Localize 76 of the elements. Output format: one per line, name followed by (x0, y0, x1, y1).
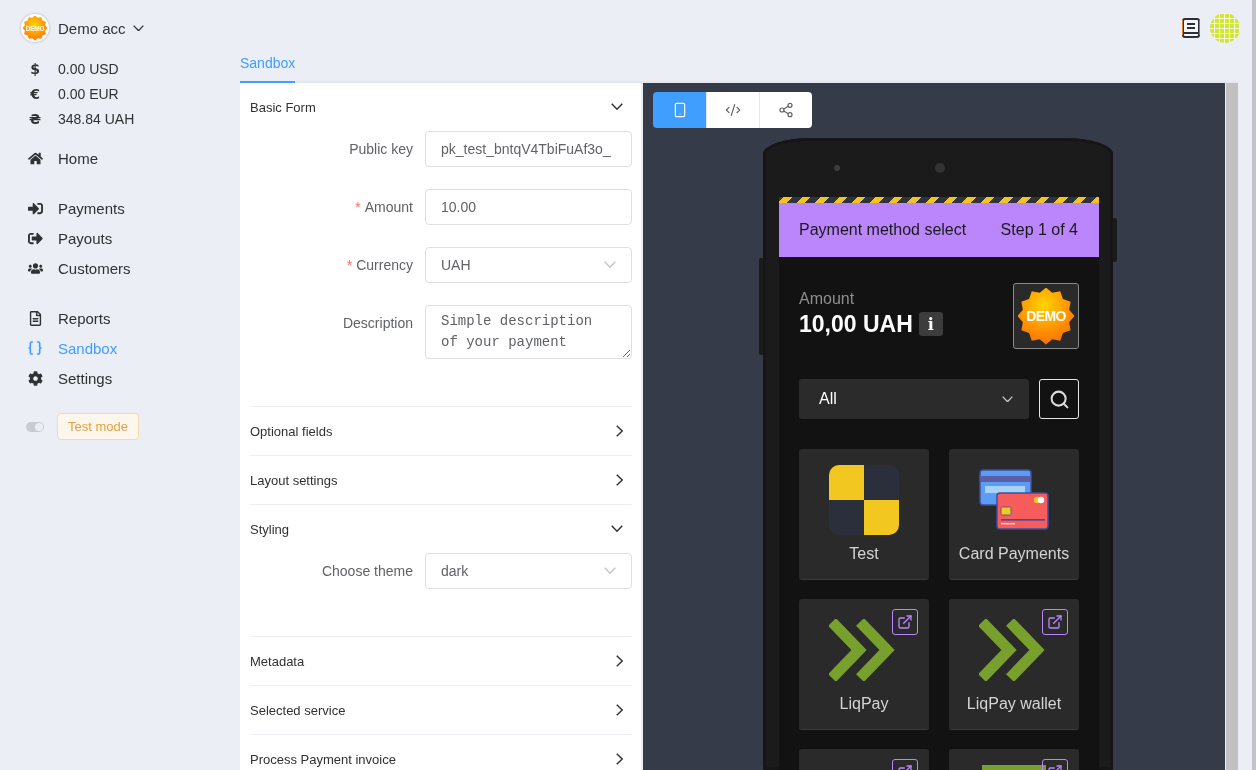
device-view-button[interactable] (653, 92, 706, 128)
external-link-icon[interactable] (1042, 609, 1068, 635)
nav-link[interactable]: Home (0, 143, 102, 173)
test-mode-tag: Test mode (57, 413, 139, 440)
checker-icon (829, 465, 899, 535)
currency-symbol: € (29, 85, 41, 102)
chevron-down-icon (611, 103, 623, 111)
text-field[interactable]: 10.00 (425, 189, 632, 225)
users-icon (27, 260, 43, 276)
code-icon (725, 102, 741, 118)
text-field[interactable]: pk_test_bntqV4TbiFuAf3o_ (425, 131, 632, 167)
textarea-field[interactable]: Simple description of your payment (425, 305, 632, 359)
nav-link[interactable]: Payments (0, 193, 129, 223)
currency-symbol: $ (29, 60, 41, 77)
chevron-down-icon (1002, 395, 1013, 403)
section-header[interactable]: Layout settings (250, 456, 632, 504)
balance-amount: 0.00 EUR (58, 85, 119, 102)
search-icon (1048, 388, 1070, 410)
chevron-down-icon (611, 525, 623, 533)
payment-method-tile[interactable]: Card Payments (949, 449, 1079, 580)
code-view-button[interactable] (706, 92, 759, 128)
form-label: Public key (348, 140, 414, 159)
share-icon (778, 102, 794, 118)
chevron-down-icon (604, 567, 616, 575)
section-header[interactable]: Basic Form (250, 83, 632, 131)
credit-cards-icon (979, 469, 1049, 531)
chevron-right-icon (615, 655, 623, 667)
scrollbar[interactable] (1226, 83, 1238, 770)
account-menu-button[interactable]: Demo acc (58, 19, 144, 37)
chevron-down-icon (132, 24, 144, 32)
select-field[interactable]: UAH (425, 247, 632, 283)
section-header[interactable]: Metadata (250, 637, 632, 685)
book-icon[interactable] (1182, 18, 1200, 38)
amount-label: Amount (799, 289, 855, 309)
section-header[interactable]: Selected service (250, 686, 632, 734)
balance-amount: 348.84 UAH (58, 110, 135, 127)
sign-in-icon (27, 200, 43, 216)
demo-logo: DEMO (1017, 287, 1075, 345)
external-link-icon[interactable] (892, 609, 918, 635)
form-label: * Amount (354, 198, 414, 217)
payment-method-tile[interactable]: Test (799, 449, 929, 580)
step-indicator: Step 1 of 4 (1000, 221, 1078, 239)
balance-amount: 0.00 USD (58, 60, 119, 77)
search-button[interactable] (1039, 379, 1079, 419)
amount-value: 10,00 UAH (799, 310, 913, 339)
payment-method-tile[interactable]: LiqPay (799, 599, 929, 730)
sign-out-icon (27, 230, 43, 246)
section-header[interactable]: Optional fields (250, 407, 632, 455)
camera-icon (935, 162, 945, 173)
nav-link[interactable]: Settings (0, 363, 117, 393)
form-label: * Currency (345, 256, 414, 275)
braces-icon (27, 340, 43, 356)
form-label: Choose theme (320, 562, 414, 581)
form-label: Description (341, 314, 414, 333)
chevron-right-icon (615, 474, 623, 486)
nav-link[interactable]: Payouts (0, 223, 117, 253)
home-icon (27, 150, 43, 166)
chevron-right-icon (615, 753, 623, 765)
page-scrollbar[interactable] (1252, 0, 1256, 770)
info-button[interactable]: i (918, 312, 943, 336)
nav-link[interactable]: Customers (0, 253, 135, 283)
nav-link[interactable]: Reports (0, 303, 115, 333)
gear-icon (27, 370, 43, 386)
select-field[interactable]: dark (425, 553, 632, 589)
document-icon (27, 310, 43, 326)
section-header[interactable]: Styling (250, 505, 632, 553)
sensor-dot-icon (834, 164, 840, 171)
currency-symbol: ₴ (28, 110, 42, 127)
chevron-down-icon (604, 261, 616, 269)
chevron-right-icon (615, 425, 623, 437)
section-header[interactable]: Process Payment invoice (250, 735, 632, 770)
payment-method-tile[interactable]: LiqPay wallet (949, 599, 1079, 730)
filter-select[interactable]: All (799, 379, 1029, 419)
chevron-right-icon (615, 704, 623, 716)
checkout-title: Payment method select (799, 221, 967, 239)
share-button[interactable] (759, 92, 812, 128)
